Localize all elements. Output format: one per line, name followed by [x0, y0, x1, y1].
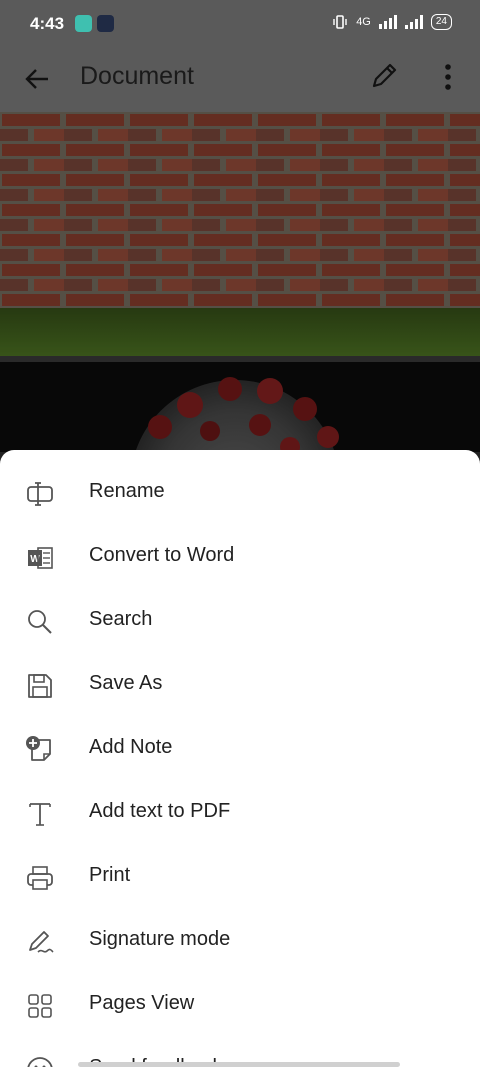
word-icon: W — [28, 547, 53, 569]
menu-item-save-as[interactable]: Save As — [0, 652, 480, 716]
menu-item-add-text[interactable]: Add text to PDF — [0, 780, 480, 844]
page-title: Document — [80, 62, 194, 90]
notification-app-icon-2 — [97, 15, 114, 32]
print-icon — [27, 866, 53, 890]
network-type: 4G — [356, 16, 371, 28]
notification-app-icon — [75, 15, 92, 32]
menu-item-label: Add text to PDF — [89, 800, 231, 822]
status-indicators: 4G 24 — [332, 14, 452, 30]
home-indicator[interactable] — [78, 1062, 400, 1067]
menu-item-label: Pages View — [89, 992, 195, 1014]
menu-item-signature-mode[interactable]: Signature mode — [0, 908, 480, 972]
search-icon — [28, 610, 52, 634]
menu-item-convert-to-word[interactable]: W Convert to Word — [0, 524, 480, 588]
status-time: 4:43 — [30, 14, 65, 33]
menu-item-rename[interactable]: Rename — [0, 460, 480, 524]
rename-icon — [27, 482, 53, 506]
vibrate-icon — [333, 15, 347, 29]
add-note-icon — [26, 736, 51, 761]
pencil-icon[interactable] — [368, 60, 400, 92]
text-icon — [29, 803, 51, 826]
signal-icon — [378, 15, 397, 29]
bottom-sheet-menu: Rename W Convert to Word Search Save As — [0, 450, 480, 1067]
battery-indicator: 24 — [430, 14, 452, 30]
app-bar: Document — [0, 48, 480, 112]
status-bar: 4:43 4G 24 — [0, 0, 480, 48]
menu-item-label: Search — [89, 608, 153, 630]
menu-item-label: Signature mode — [89, 928, 231, 950]
feedback-icon — [27, 1057, 53, 1067]
menu-item-label: Convert to Word — [89, 544, 235, 566]
signal-icon-2 — [404, 15, 423, 29]
menu-item-pages-view[interactable]: Pages View — [0, 972, 480, 1036]
menu-item-add-note[interactable]: Add Note — [0, 716, 480, 780]
arrow-left-icon[interactable] — [22, 64, 52, 94]
document-preview[interactable] — [0, 112, 480, 452]
menu-item-label: Rename — [89, 480, 165, 502]
menu-item-print[interactable]: Print — [0, 844, 480, 908]
signature-icon — [29, 931, 54, 953]
scrim-overlay[interactable] — [0, 112, 480, 452]
menu-item-label: Print — [89, 864, 131, 886]
more-vert-icon[interactable] — [436, 62, 460, 92]
menu-item-label: Add Note — [89, 736, 173, 758]
save-icon — [28, 674, 52, 698]
menu-item-search[interactable]: Search — [0, 588, 480, 652]
grid-icon — [28, 994, 52, 1018]
menu-item-label: Save As — [89, 672, 163, 694]
